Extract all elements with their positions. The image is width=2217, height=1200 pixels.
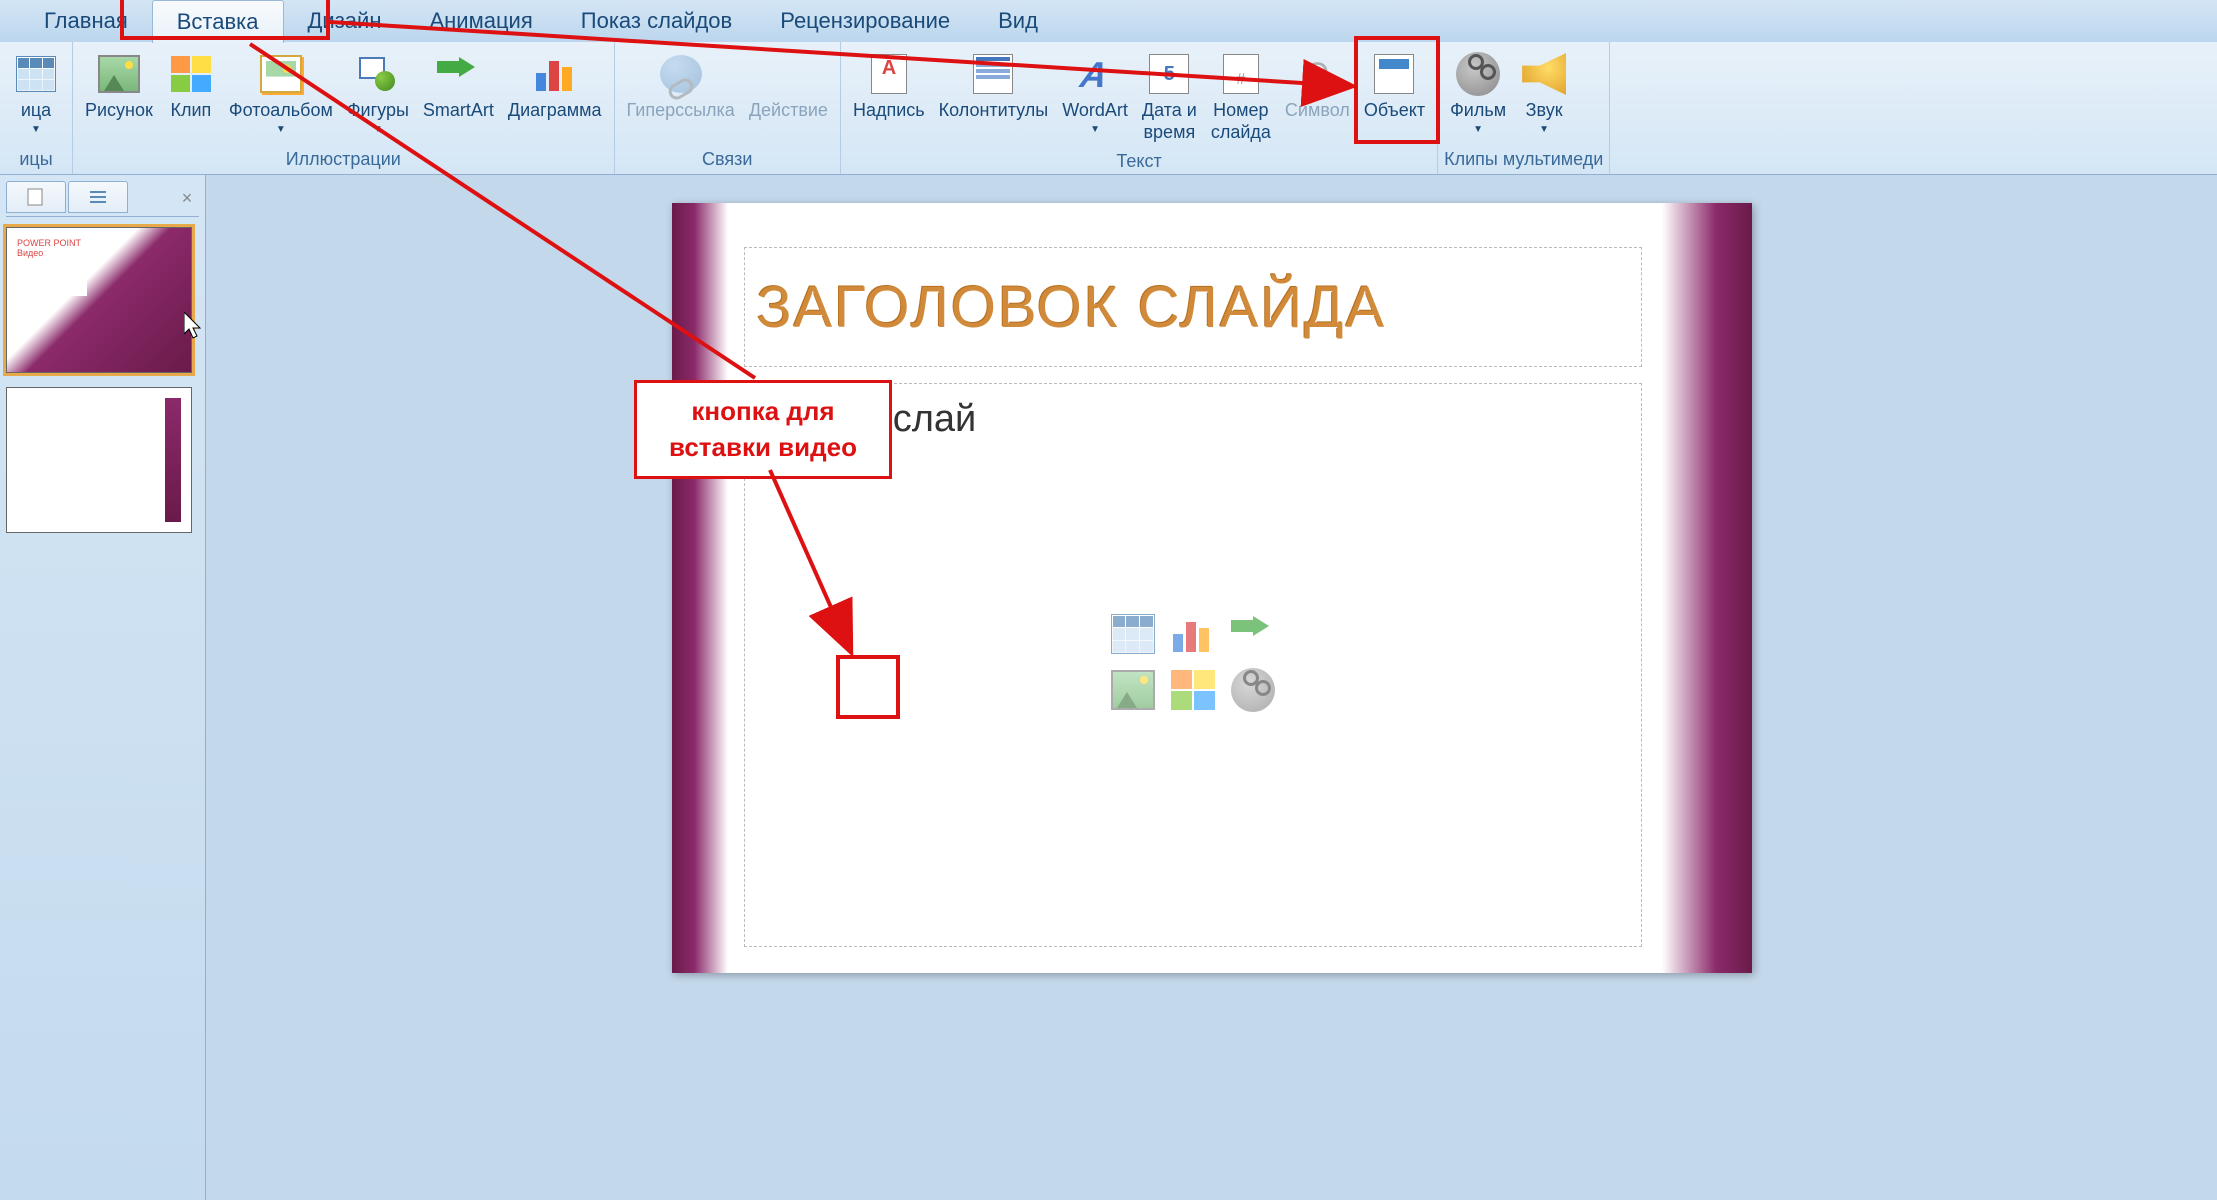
table-icon: [12, 50, 60, 98]
sound-icon: [1520, 50, 1568, 98]
thumb-background: [165, 398, 181, 522]
dropdown-arrow-icon: ▼: [1090, 124, 1100, 135]
group-label-illustrations: Иллюстрации: [79, 145, 608, 174]
insert-picture-icon[interactable]: [1106, 665, 1160, 715]
picture-button[interactable]: Рисунок: [79, 46, 159, 126]
object-button[interactable]: Объект: [1358, 46, 1431, 126]
headerfooter-button[interactable]: Колонтитулы: [933, 46, 1055, 126]
slidenumber-button[interactable]: # Номер слайда: [1205, 46, 1277, 147]
title-placeholder[interactable]: ЗАГОЛОВОК СЛАЙДА: [744, 247, 1642, 367]
panel-close-button[interactable]: ×: [175, 181, 199, 216]
content-icons-grid: [1106, 609, 1280, 715]
work-area: × POWER POINT Видео ЗАГОЛОВОК СЛАЙДА Тек…: [0, 175, 2217, 1200]
sound-button[interactable]: Звук ▼: [1514, 46, 1574, 139]
menu-tab-animation[interactable]: Анимация: [405, 0, 556, 42]
hyperlink-button: Гиперссылка: [621, 46, 741, 126]
datetime-icon: 5: [1145, 50, 1193, 98]
menu-tab-insert[interactable]: Вставка: [152, 0, 284, 43]
film-icon: [1454, 50, 1502, 98]
hyperlink-icon: [657, 50, 705, 98]
dropdown-arrow-icon: ▼: [1473, 124, 1483, 135]
menu-bar: Главная Вставка Дизайн Анимация Показ сл…: [0, 0, 2217, 42]
slide-thumbnail-2[interactable]: [6, 387, 192, 533]
group-label-links: Связи: [621, 145, 834, 174]
outline-icon: [88, 187, 108, 207]
slide-canvas[interactable]: ЗАГОЛОВОК СЛАЙДА Текст слай: [672, 203, 1752, 973]
shapes-button[interactable]: Фигуры ▼: [341, 46, 415, 139]
dropdown-arrow-icon: ▼: [373, 124, 383, 135]
insert-chart-icon[interactable]: [1166, 609, 1220, 659]
dropdown-arrow-icon: ▼: [31, 124, 41, 135]
wordart-icon: [1071, 50, 1119, 98]
action-button: Действие: [743, 46, 834, 126]
photoalbum-icon: [257, 50, 305, 98]
insert-table-icon[interactable]: [1106, 609, 1160, 659]
ribbon: ица ▼ ицы Рисунок Клип Фотоальбом ▼: [0, 42, 2217, 175]
file-icon: [26, 187, 46, 207]
slide-panel: × POWER POINT Видео: [0, 175, 206, 1200]
insert-clip-icon[interactable]: [1166, 665, 1220, 715]
datetime-button[interactable]: 5 Дата и время: [1136, 46, 1203, 147]
panel-tabs: ×: [6, 181, 199, 217]
wordart-button[interactable]: WordArt ▼: [1056, 46, 1134, 139]
panel-tab-slides[interactable]: [6, 181, 66, 213]
shapes-icon: [354, 50, 402, 98]
group-label-text: Текст: [847, 147, 1431, 176]
thumb-content-preview: POWER POINT Видео: [15, 236, 87, 296]
action-icon: [764, 50, 812, 98]
panel-tab-outline[interactable]: [68, 181, 128, 213]
symbol-icon: Ω: [1293, 50, 1341, 98]
dropdown-arrow-icon: ▼: [276, 124, 286, 135]
symbol-button: Ω Символ: [1279, 46, 1356, 126]
slide-editor: ЗАГОЛОВОК СЛАЙДА Текст слай: [206, 175, 2217, 1200]
movie-button[interactable]: Фильм ▼: [1444, 46, 1512, 139]
picture-icon: [95, 50, 143, 98]
slide-gradient-right: [1662, 203, 1752, 973]
group-label-tables: ицы: [6, 145, 66, 174]
menu-tab-view[interactable]: Вид: [974, 0, 1062, 42]
dropdown-arrow-icon: ▼: [1539, 124, 1549, 135]
annotation-label: кнопка для вставки видео: [634, 380, 892, 479]
chart-button[interactable]: Диаграмма: [502, 46, 608, 126]
menu-tab-home[interactable]: Главная: [20, 0, 152, 42]
textbox-button[interactable]: Надпись: [847, 46, 931, 126]
smartart-button[interactable]: SmartArt: [417, 46, 500, 126]
ribbon-group-links: Гиперссылка Действие Связи: [615, 42, 841, 174]
insert-film-icon[interactable]: [1226, 665, 1280, 715]
photoalbum-button[interactable]: Фотоальбом ▼: [223, 46, 339, 139]
smartart-icon: [434, 50, 482, 98]
ribbon-group-text: Надпись Колонтитулы WordArt ▼ 5 Дата и в…: [841, 42, 1438, 174]
menu-tab-design[interactable]: Дизайн: [284, 0, 406, 42]
menu-tab-slideshow[interactable]: Показ слайдов: [557, 0, 756, 42]
ribbon-group-tables: ица ▼ ицы: [0, 42, 73, 174]
headerfooter-icon: [969, 50, 1017, 98]
clip-icon: [167, 50, 215, 98]
clip-button[interactable]: Клип: [161, 46, 221, 126]
title-text: ЗАГОЛОВОК СЛАЙДА: [757, 274, 1387, 341]
mouse-cursor-icon: [184, 312, 204, 340]
slide-thumbnail-1[interactable]: POWER POINT Видео: [6, 227, 192, 373]
insert-smartart-icon[interactable]: [1226, 609, 1280, 659]
menu-tab-review[interactable]: Рецензирование: [756, 0, 974, 42]
table-button[interactable]: ица ▼: [6, 46, 66, 139]
slidenumber-icon: #: [1217, 50, 1265, 98]
ribbon-group-media: Фильм ▼ Звук ▼ Клипы мультимеди: [1438, 42, 1610, 174]
ribbon-group-illustrations: Рисунок Клип Фотоальбом ▼ Фигуры ▼ Smart…: [73, 42, 615, 174]
textbox-icon: [865, 50, 913, 98]
slide-gradient-left: [672, 203, 728, 973]
chart-icon: [531, 50, 579, 98]
object-icon: [1370, 50, 1418, 98]
group-label-media: Клипы мультимеди: [1444, 145, 1603, 174]
